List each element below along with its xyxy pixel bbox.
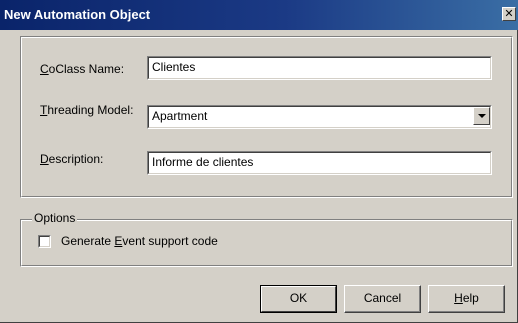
threading-model-label: Threading Model: [40, 103, 133, 117]
ok-button[interactable]: OK [260, 285, 337, 313]
generate-event-checkbox-box [39, 236, 50, 247]
coclass-name-accel: C [40, 62, 49, 76]
cancel-button-label: Cancel [363, 291, 402, 305]
help-label-text: elp [462, 291, 479, 305]
help-accel: H [454, 291, 463, 305]
coclass-name-label: CoClass Name: [40, 62, 124, 76]
generate-event-label[interactable]: Generate Event support code [61, 234, 218, 248]
close-icon: ✕ [504, 7, 514, 20]
threading-model-label-text: hreading Model: [47, 103, 134, 117]
chevron-down-icon [478, 114, 486, 118]
description-label: Description: [40, 152, 103, 166]
cancel-button[interactable]: Cancel [344, 285, 421, 313]
description-value: Informe de clientes [148, 152, 491, 174]
help-button[interactable]: Help [428, 285, 505, 313]
generate-event-checkbox[interactable] [38, 235, 51, 248]
close-button[interactable]: ✕ [502, 7, 516, 21]
options-legend: Options [32, 211, 78, 225]
coclass-name-label-text: oClass Name: [48, 62, 125, 76]
window-title: New Automation Object [4, 7, 151, 22]
new-automation-object-dialog: New Automation Object ✕ CoClass Name: Cl… [0, 0, 518, 323]
description-label-text: escription: [48, 152, 104, 166]
threading-model-select[interactable]: Apartment [147, 105, 492, 129]
generate-event-label-pre: Generate [61, 234, 115, 248]
coclass-name-field[interactable]: Clientes [147, 56, 492, 80]
coclass-name-value: Clientes [148, 57, 491, 79]
ok-button-label: OK [289, 291, 308, 305]
description-field[interactable]: Informe de clientes [147, 151, 492, 175]
generate-event-label-post: vent support code [122, 234, 218, 248]
threading-model-dropdown-button[interactable] [473, 107, 490, 125]
title-bar[interactable]: New Automation Object ✕ [0, 0, 518, 30]
description-accel: D [40, 152, 49, 166]
help-button-label: Help [454, 291, 479, 305]
threading-model-value: Apartment [148, 106, 491, 128]
